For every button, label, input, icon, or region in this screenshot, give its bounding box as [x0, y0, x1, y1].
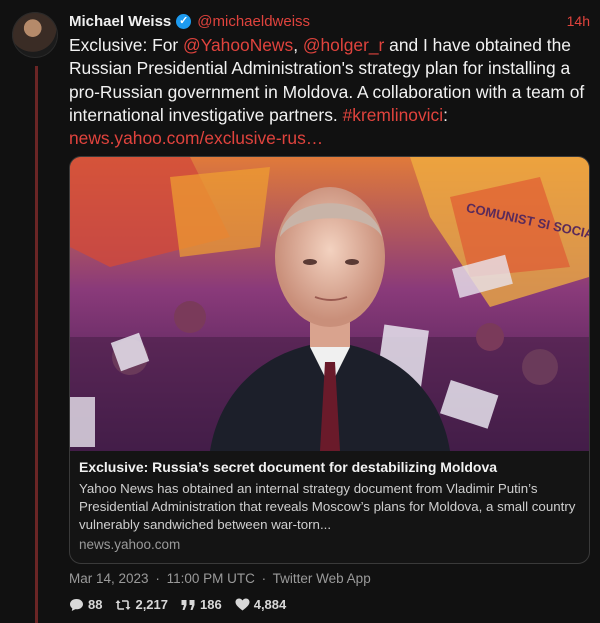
meta-separator: · [261, 571, 267, 586]
tweet-date[interactable]: Mar 14, 2023 [69, 571, 149, 586]
heart-icon [235, 598, 250, 611]
author-name[interactable]: Michael Weiss [69, 13, 171, 30]
engagement-stats: 88 2,217 186 4,884 [69, 597, 299, 612]
mention-link-yahoonews[interactable]: @YahooNews [183, 35, 293, 55]
like-button[interactable]: 4,884 [235, 597, 287, 612]
relative-time[interactable]: 14h [567, 13, 590, 29]
tweet-meta: Mar 14, 2023 · 11:00 PM UTC · Twitter We… [69, 571, 371, 586]
mention-link-holger[interactable]: @holger_r [303, 35, 384, 55]
text-segment: Exclusive: For [69, 35, 184, 55]
card-domain: news.yahoo.com [79, 537, 181, 552]
quote-button[interactable]: 186 [181, 597, 222, 612]
link-preview-card[interactable]: COMUNIST SI SOCIA Exclusive: Russia’s se… [69, 156, 590, 564]
card-body: Exclusive: Russia’s secret document for … [70, 451, 589, 552]
verified-badge-icon: ✓ [176, 13, 192, 29]
meta-separator: · [155, 571, 160, 586]
retweet-button[interactable]: 2,217 [115, 597, 168, 612]
tweet-text: Exclusive: For @YahooNews, @holger_r and… [69, 34, 589, 150]
article-thumbnail-image: COMUNIST SI SOCIA [70, 157, 589, 451]
tweet-header: Michael Weiss ✓ @michaeldweiss 14h [69, 11, 590, 31]
tweet-source: Twitter Web App [272, 571, 371, 586]
thread-line [35, 66, 38, 623]
author-handle[interactable]: @michaeldweiss [197, 13, 310, 30]
text-segment: , [293, 35, 303, 55]
retweet-count: 2,217 [135, 597, 169, 612]
article-url-link[interactable]: news.yahoo.com/exclusive-rus… [69, 128, 323, 148]
text-segment: : [443, 104, 448, 125]
speech-bubble-icon [70, 598, 83, 611]
quote-marks-icon [181, 599, 195, 610]
reply-button[interactable]: 88 [69, 597, 102, 612]
card-description: Yahoo News has obtained an internal stra… [79, 481, 576, 532]
quote-count: 186 [200, 597, 222, 612]
author-avatar[interactable] [12, 12, 58, 58]
like-count: 4,884 [253, 597, 287, 612]
reply-count: 88 [88, 597, 103, 612]
retweet-arrows-icon [115, 599, 131, 610]
card-title[interactable]: Exclusive: Russia’s secret document for … [79, 458, 580, 476]
hashtag-link[interactable]: #kremlinovici [343, 105, 444, 125]
tweet-clock-time[interactable]: 11:00 PM UTC [167, 571, 255, 586]
